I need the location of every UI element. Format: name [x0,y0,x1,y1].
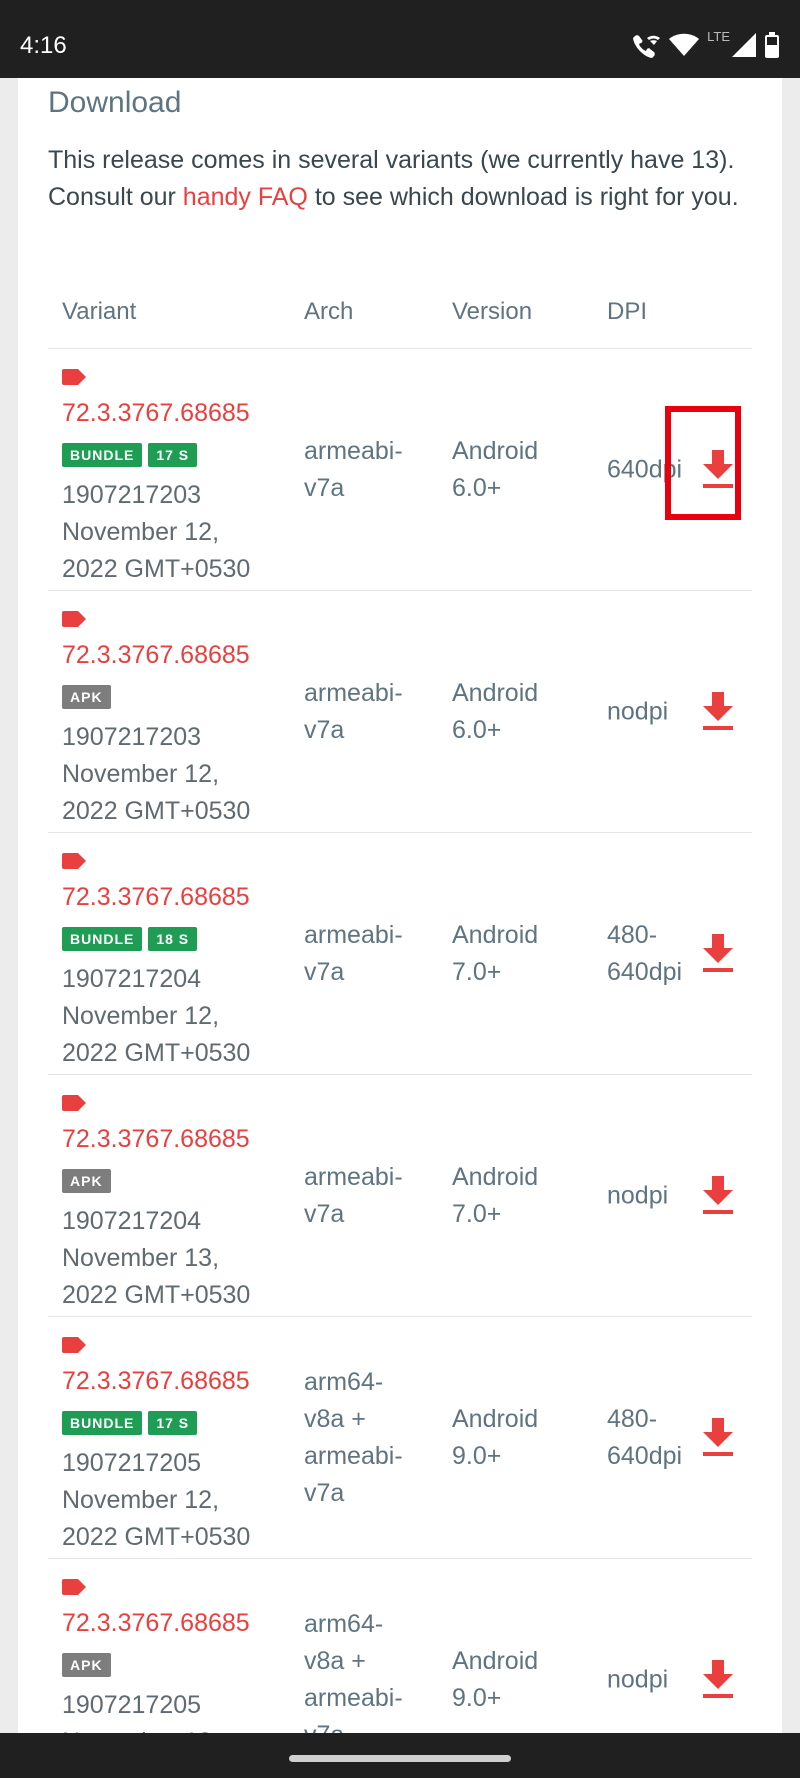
column-header-arch: Arch [304,298,354,325]
version-code: 1907217204 [62,1207,202,1235]
tag-icon [62,1095,86,1111]
intro-text: This release comes in several variants (… [48,142,748,216]
variant-version-link[interactable]: 72.3.3767.68685 [62,1125,250,1154]
dpi-cell: nodpi [607,1665,669,1693]
arch-cell: arm64-v8a + armeabi-v7a [304,1367,403,1507]
download-card: Download This release comes in several v… [18,78,782,1733]
upload-date: November 13, 2022 GMT+0530 [62,1244,251,1309]
arch-cell: armeabi-v7a [304,1162,403,1228]
highlight-box [665,406,741,520]
download-icon[interactable] [700,1659,736,1700]
variant-meta: 1907217205 November 12, 2022 GMT+0530 [62,1445,277,1556]
section-heading: Download [48,86,182,119]
split-count-badge: 18 S [148,927,198,951]
status-bar: 4:16 LTE [0,0,800,78]
wifi-icon [669,33,700,56]
table-row: 72.3.3767.68685 APK 1907217205 November … [48,1559,752,1733]
version-code: 1907217205 [62,1691,202,1719]
tag-icon [62,369,86,385]
variant-version-link[interactable]: 72.3.3767.68685 [62,399,250,428]
apk-badge: APK [62,1169,111,1193]
home-gesture-handle[interactable] [289,1755,511,1762]
version-code: 1907217204 [62,965,202,993]
min-version-cell: Android 7.0+ [452,1162,539,1228]
download-icon[interactable] [700,1417,736,1458]
navigation-bar [0,1733,800,1778]
arch-cell: armeabi-v7a [304,920,403,986]
min-version-cell: Android 7.0+ [452,920,539,986]
variant-badges: APK [62,1169,111,1193]
variant-meta: 1907217203 November 12, 2022 GMT+0530 [62,719,277,830]
min-version-cell: Android 6.0+ [452,678,539,744]
tag-icon [62,1337,86,1353]
dpi-cell: nodpi [607,1181,669,1209]
min-version-cell: Android 9.0+ [452,1404,539,1470]
variant-badges: BUNDLE 18 S [62,927,198,951]
intro-text-end: to see which download is right for you. [307,183,739,211]
arch-cell: armeabi-v7a [304,678,403,744]
bundle-badge: BUNDLE [62,1411,143,1435]
upload-date: November 12, 2022 GMT+0530 [62,1002,251,1067]
column-header-dpi: DPI [607,298,648,325]
version-code: 1907217203 [62,481,202,509]
arch-cell: armeabi-v7a [304,436,403,502]
column-header-variant: Variant [62,298,137,325]
variant-badges: APK [62,1653,111,1677]
dpi-cell: 480-640dpi [607,920,683,986]
upload-date: November 12, 2022 GMT+0530 [62,518,251,583]
table-row: 72.3.3767.68685 APK 1907217203 November … [48,591,752,833]
tag-icon [62,611,86,627]
split-count-badge: 17 S [148,443,198,467]
column-header-version: Version [452,298,533,325]
min-version-cell: Android 9.0+ [452,1646,539,1712]
download-icon[interactable] [700,1175,736,1216]
faq-link[interactable]: handy FAQ [183,183,308,211]
variant-badges: BUNDLE 17 S [62,443,198,467]
variant-version-link[interactable]: 72.3.3767.68685 [62,883,250,912]
variant-version-link[interactable]: 72.3.3767.68685 [62,641,250,670]
network-type-label: LTE [707,28,730,44]
table-row: 72.3.3767.68685 BUNDLE 17 S 1907217203 No… [48,349,752,591]
variant-meta: 1907217205 November 12 [62,1687,277,1733]
version-code: 1907217203 [62,723,202,751]
bundle-badge: BUNDLE [62,927,143,951]
variant-meta: 1907217204 November 12, 2022 GMT+0530 [62,961,277,1072]
status-icons: LTE [631,28,780,60]
table-row: 72.3.3767.68685 APK 1907217204 November … [48,1075,752,1317]
variant-version-link[interactable]: 72.3.3767.68685 [62,1367,250,1396]
status-time: 4:16 [20,32,67,59]
table-row: 72.3.3767.68685 BUNDLE 17 S 1907217205 No… [48,1317,752,1559]
upload-date: November 12, 2022 GMT+0530 [62,1486,251,1551]
battery-icon [765,32,779,58]
upload-date: November 12 [62,1724,277,1733]
download-icon[interactable] [700,691,736,732]
variant-meta: 1907217204 November 13, 2022 GMT+0530 [62,1203,277,1314]
bundle-badge: BUNDLE [62,443,143,467]
dpi-cell: 480-640dpi [607,1404,683,1470]
download-icon[interactable] [700,933,736,974]
version-code: 1907217205 [62,1449,202,1477]
dpi-cell: nodpi [607,697,669,725]
variant-meta: 1907217203 November 12, 2022 GMT+0530 [62,477,277,588]
table-row: 72.3.3767.68685 BUNDLE 18 S 1907217204 No… [48,833,752,1075]
apk-badge: APK [62,685,111,709]
variant-badges: BUNDLE 17 S [62,1411,198,1435]
variant-badges: APK [62,685,111,709]
min-version-cell: Android 6.0+ [452,436,539,502]
split-count-badge: 17 S [148,1411,198,1435]
arch-cell: arm64-v8a + armeabi-v7a [304,1609,403,1734]
wifi-call-icon [633,35,661,58]
apk-badge: APK [62,1653,111,1677]
signal-icon [732,33,756,57]
variant-version-link[interactable]: 72.3.3767.68685 [62,1609,250,1638]
upload-date: November 12, 2022 GMT+0530 [62,760,251,825]
tag-icon [62,853,86,869]
table-header: Variant Arch Version DPI [48,288,752,349]
tag-icon [62,1579,86,1595]
